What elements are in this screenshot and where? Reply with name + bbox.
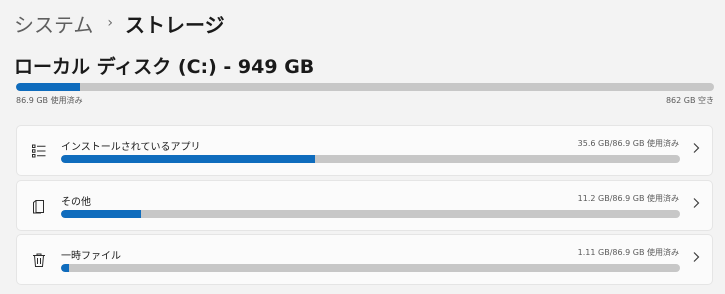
apps-list-icon: [31, 143, 47, 159]
category-other[interactable]: その他 11.2 GB/86.9 GB 使用済み: [16, 180, 713, 231]
category-usage-bar: [61, 210, 680, 218]
breadcrumb: システム › ストレージ: [14, 9, 225, 37]
category-usage: 35.6 GB/86.9 GB 使用済み: [577, 139, 679, 148]
breadcrumb-system-link[interactable]: システム: [14, 9, 93, 38]
disk-free-label: 862 GB 空き: [665, 96, 714, 105]
chevron-right-icon: [692, 251, 700, 267]
category-usage: 11.2 GB/86.9 GB 使用済み: [577, 194, 679, 203]
disk-usage-bar-fill: [16, 83, 80, 91]
category-usage-bar: [61, 264, 680, 272]
category-installed-apps[interactable]: インストールされているアプリ 35.6 GB/86.9 GB 使用済み: [16, 125, 713, 176]
chevron-right-icon: [692, 197, 700, 213]
other-files-icon: [31, 198, 47, 214]
breadcrumb-separator: ›: [107, 15, 114, 31]
disk-used-label: 86.9 GB 使用済み: [16, 96, 83, 105]
disk-title: ローカル ディスク (C:) - 949 GB: [14, 56, 315, 78]
category-label: 一時ファイル: [61, 251, 121, 262]
category-temp-files[interactable]: 一時ファイル 1.11 GB/86.9 GB 使用済み: [16, 234, 713, 285]
chevron-right-icon: [692, 142, 700, 158]
disk-usage-bar: [16, 83, 714, 91]
category-label: インストールされているアプリ: [61, 142, 201, 153]
category-label: その他: [61, 197, 91, 208]
trash-icon: [31, 252, 47, 268]
category-usage-bar-fill: [61, 210, 141, 218]
category-usage-bar: [61, 155, 680, 163]
category-usage: 1.11 GB/86.9 GB 使用済み: [577, 248, 679, 257]
page-title: ストレージ: [125, 12, 225, 37]
category-usage-bar-fill: [61, 264, 69, 272]
category-usage-bar-fill: [61, 155, 315, 163]
